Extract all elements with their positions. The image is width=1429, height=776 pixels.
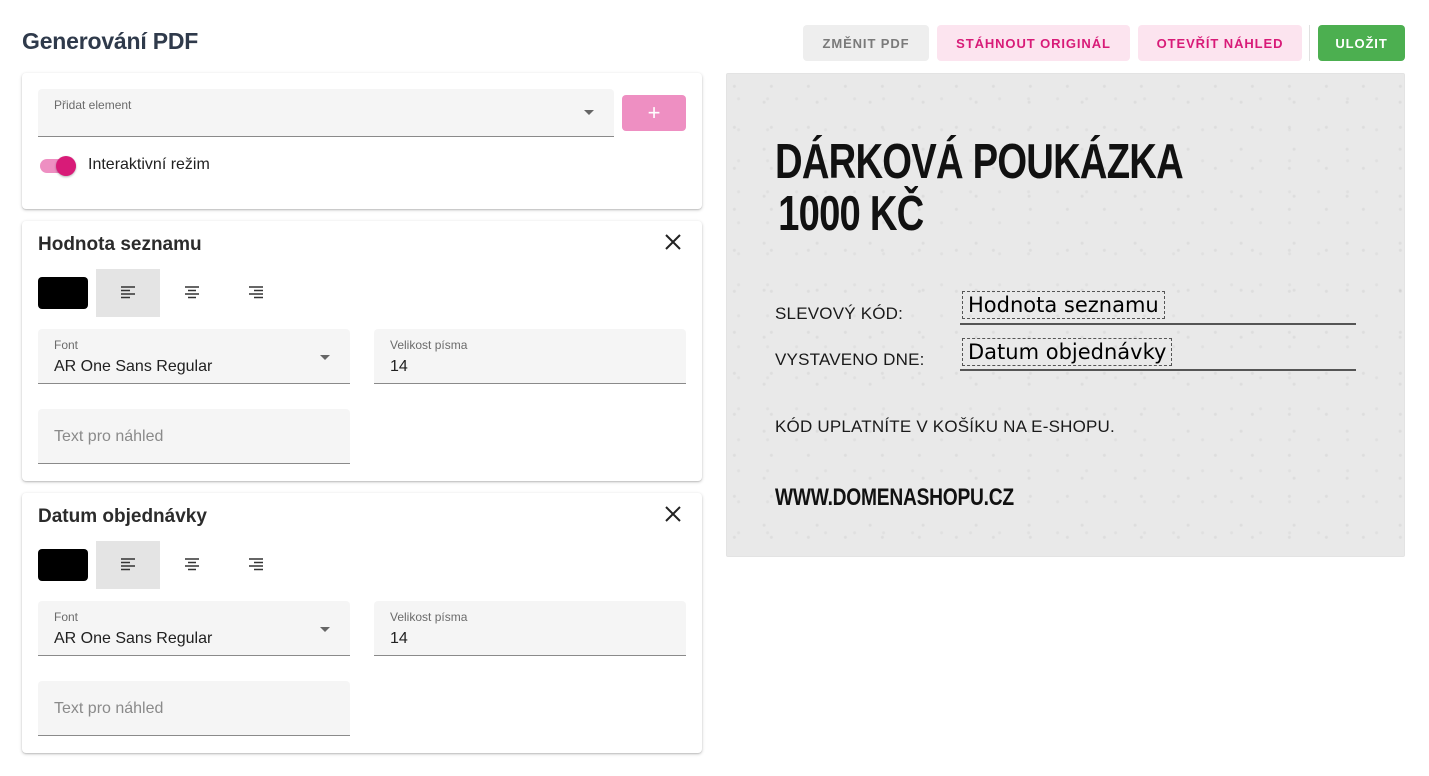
align-center-icon xyxy=(185,558,199,571)
voucher-date-field[interactable]: Datum objednávky xyxy=(962,338,1173,366)
chevron-down-icon xyxy=(320,627,330,632)
color-swatch[interactable] xyxy=(38,549,88,581)
font-select-label: Font xyxy=(54,610,79,624)
open-preview-button[interactable]: OTEVŘÍT NÁHLED xyxy=(1138,25,1302,61)
voucher-website: WWW.DOMENASHOPU.CZ xyxy=(775,484,1014,511)
add-element-card: Přidat element + Interaktivní režim xyxy=(22,73,702,209)
element-title: Datum objednávky xyxy=(38,506,207,527)
element-card-list-value: Hodnota seznamu Font AR One Sans Regular… xyxy=(22,221,702,481)
font-select-value: AR One Sans Regular xyxy=(54,358,213,375)
download-original-button[interactable]: STÁHNOUT ORIGINÁL xyxy=(937,25,1130,61)
voucher-date-label: VYSTAVENO DNE: xyxy=(775,350,925,369)
align-center-icon xyxy=(185,286,199,299)
font-size-label: Velikost písma xyxy=(390,338,468,352)
font-size-value: 14 xyxy=(390,358,408,375)
align-right-icon xyxy=(249,558,263,571)
align-center-button[interactable] xyxy=(160,541,224,589)
voucher-date-line xyxy=(960,369,1356,371)
align-left-button[interactable] xyxy=(96,541,160,589)
interactive-mode-label: Interaktivní režim xyxy=(88,156,210,173)
interactive-mode-toggle[interactable] xyxy=(40,156,78,176)
add-element-button[interactable]: + xyxy=(622,95,686,131)
preview-text-placeholder: Text pro náhled xyxy=(54,428,164,445)
font-size-label: Velikost písma xyxy=(390,610,468,624)
color-swatch[interactable] xyxy=(38,277,88,309)
add-element-select-label: Přidat element xyxy=(54,98,132,112)
preview-text-input[interactable]: Text pro náhled xyxy=(38,409,350,464)
voucher-code-line xyxy=(960,323,1356,325)
voucher-instructions: KÓD UPLATNÍTE V KOŠÍKU NA E-SHOPU. xyxy=(775,417,1115,436)
voucher-title-line1: DÁRKOVÁ POUKÁZKA xyxy=(775,135,1184,189)
save-button[interactable]: ULOŽIT xyxy=(1318,25,1405,61)
font-size-input[interactable]: Velikost písma 14 xyxy=(374,601,686,656)
voucher-title: DÁRKOVÁ POUKÁZKA 1000 KČ xyxy=(775,135,1184,241)
font-select[interactable]: Font AR One Sans Regular xyxy=(38,601,350,656)
pdf-preview: DÁRKOVÁ POUKÁZKA 1000 KČ SLEVOVÝ KÓD: Ho… xyxy=(726,73,1405,557)
align-right-button[interactable] xyxy=(224,541,288,589)
align-right-button[interactable] xyxy=(224,269,288,317)
toolbar-divider xyxy=(1309,25,1310,61)
align-right-icon xyxy=(249,286,263,299)
voucher-code-field[interactable]: Hodnota seznamu xyxy=(962,291,1165,319)
close-icon[interactable] xyxy=(661,230,685,254)
font-size-input[interactable]: Velikost písma 14 xyxy=(374,329,686,384)
preview-text-placeholder: Text pro náhled xyxy=(54,700,164,717)
font-select-value: AR One Sans Regular xyxy=(54,630,213,647)
align-left-icon xyxy=(121,286,135,299)
add-element-select[interactable]: Přidat element xyxy=(38,89,614,137)
change-pdf-button[interactable]: ZMĚNIT PDF xyxy=(803,25,929,61)
align-left-icon xyxy=(121,558,135,571)
voucher-title-line2: 1000 KČ xyxy=(778,187,924,241)
element-title: Hodnota seznamu xyxy=(38,234,202,255)
preview-text-input[interactable]: Text pro náhled xyxy=(38,681,350,736)
font-select-label: Font xyxy=(54,338,79,352)
voucher-code-label: SLEVOVÝ KÓD: xyxy=(775,304,904,323)
font-select[interactable]: Font AR One Sans Regular xyxy=(38,329,350,384)
element-card-order-date: Datum objednávky Font AR One Sans Regula… xyxy=(22,493,702,753)
align-center-button[interactable] xyxy=(160,269,224,317)
page-title: Generování PDF xyxy=(22,28,199,54)
chevron-down-icon xyxy=(584,110,594,115)
close-icon[interactable] xyxy=(661,502,685,526)
align-left-button[interactable] xyxy=(96,269,160,317)
chevron-down-icon xyxy=(320,355,330,360)
font-size-value: 14 xyxy=(390,630,408,647)
toggle-knob xyxy=(56,156,76,176)
